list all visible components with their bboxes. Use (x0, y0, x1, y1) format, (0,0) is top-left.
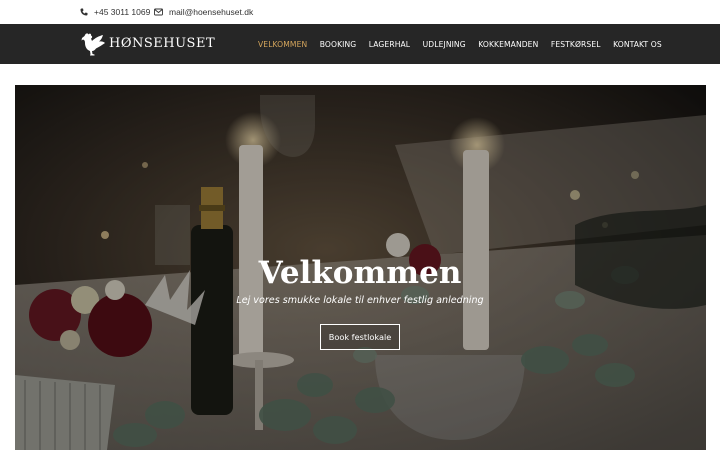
main-menu: VELKOMMEN BOOKING LAGERHAL UDLEJNING KOK… (258, 24, 674, 64)
book-festlokale-button[interactable]: Book festlokale (320, 324, 400, 350)
nav-booking[interactable]: BOOKING (320, 40, 357, 49)
hero-title: Velkommen (258, 255, 462, 291)
contact-bar: +45 3011 1069 mail@hoensehuset.dk (0, 0, 720, 24)
phone-number: +45 3011 1069 (94, 7, 151, 17)
main-navbar: HØNSEHUSET VELKOMMEN BOOKING LAGERHAL UD… (0, 24, 720, 64)
hero-banner: Velkommen Lej vores smukke lokale til en… (15, 85, 706, 450)
nav-kontakt-os[interactable]: KONTAKT OS (613, 40, 662, 49)
nav-kokkemanden[interactable]: KOKKEMANDEN (478, 40, 538, 49)
email-contact[interactable]: mail@hoensehuset.dk (154, 6, 253, 18)
phone-contact[interactable]: +45 3011 1069 (80, 6, 150, 18)
site-logo[interactable]: HØNSEHUSET (80, 32, 215, 56)
logo-wordmark: HØNSEHUSET (109, 36, 216, 51)
nav-festkoersel[interactable]: FESTKØRSEL (551, 40, 601, 49)
phone-icon (80, 8, 88, 16)
nav-velkommen[interactable]: VELKOMMEN (258, 40, 307, 49)
rooster-icon (81, 33, 105, 56)
envelope-icon (154, 8, 163, 16)
nav-udlejning[interactable]: UDLEJNING (423, 40, 466, 49)
email-address: mail@hoensehuset.dk (169, 7, 254, 17)
hero-subtitle: Lej vores smukke lokale til enhver festl… (236, 295, 484, 306)
nav-lagerhal[interactable]: LAGERHAL (369, 40, 410, 49)
